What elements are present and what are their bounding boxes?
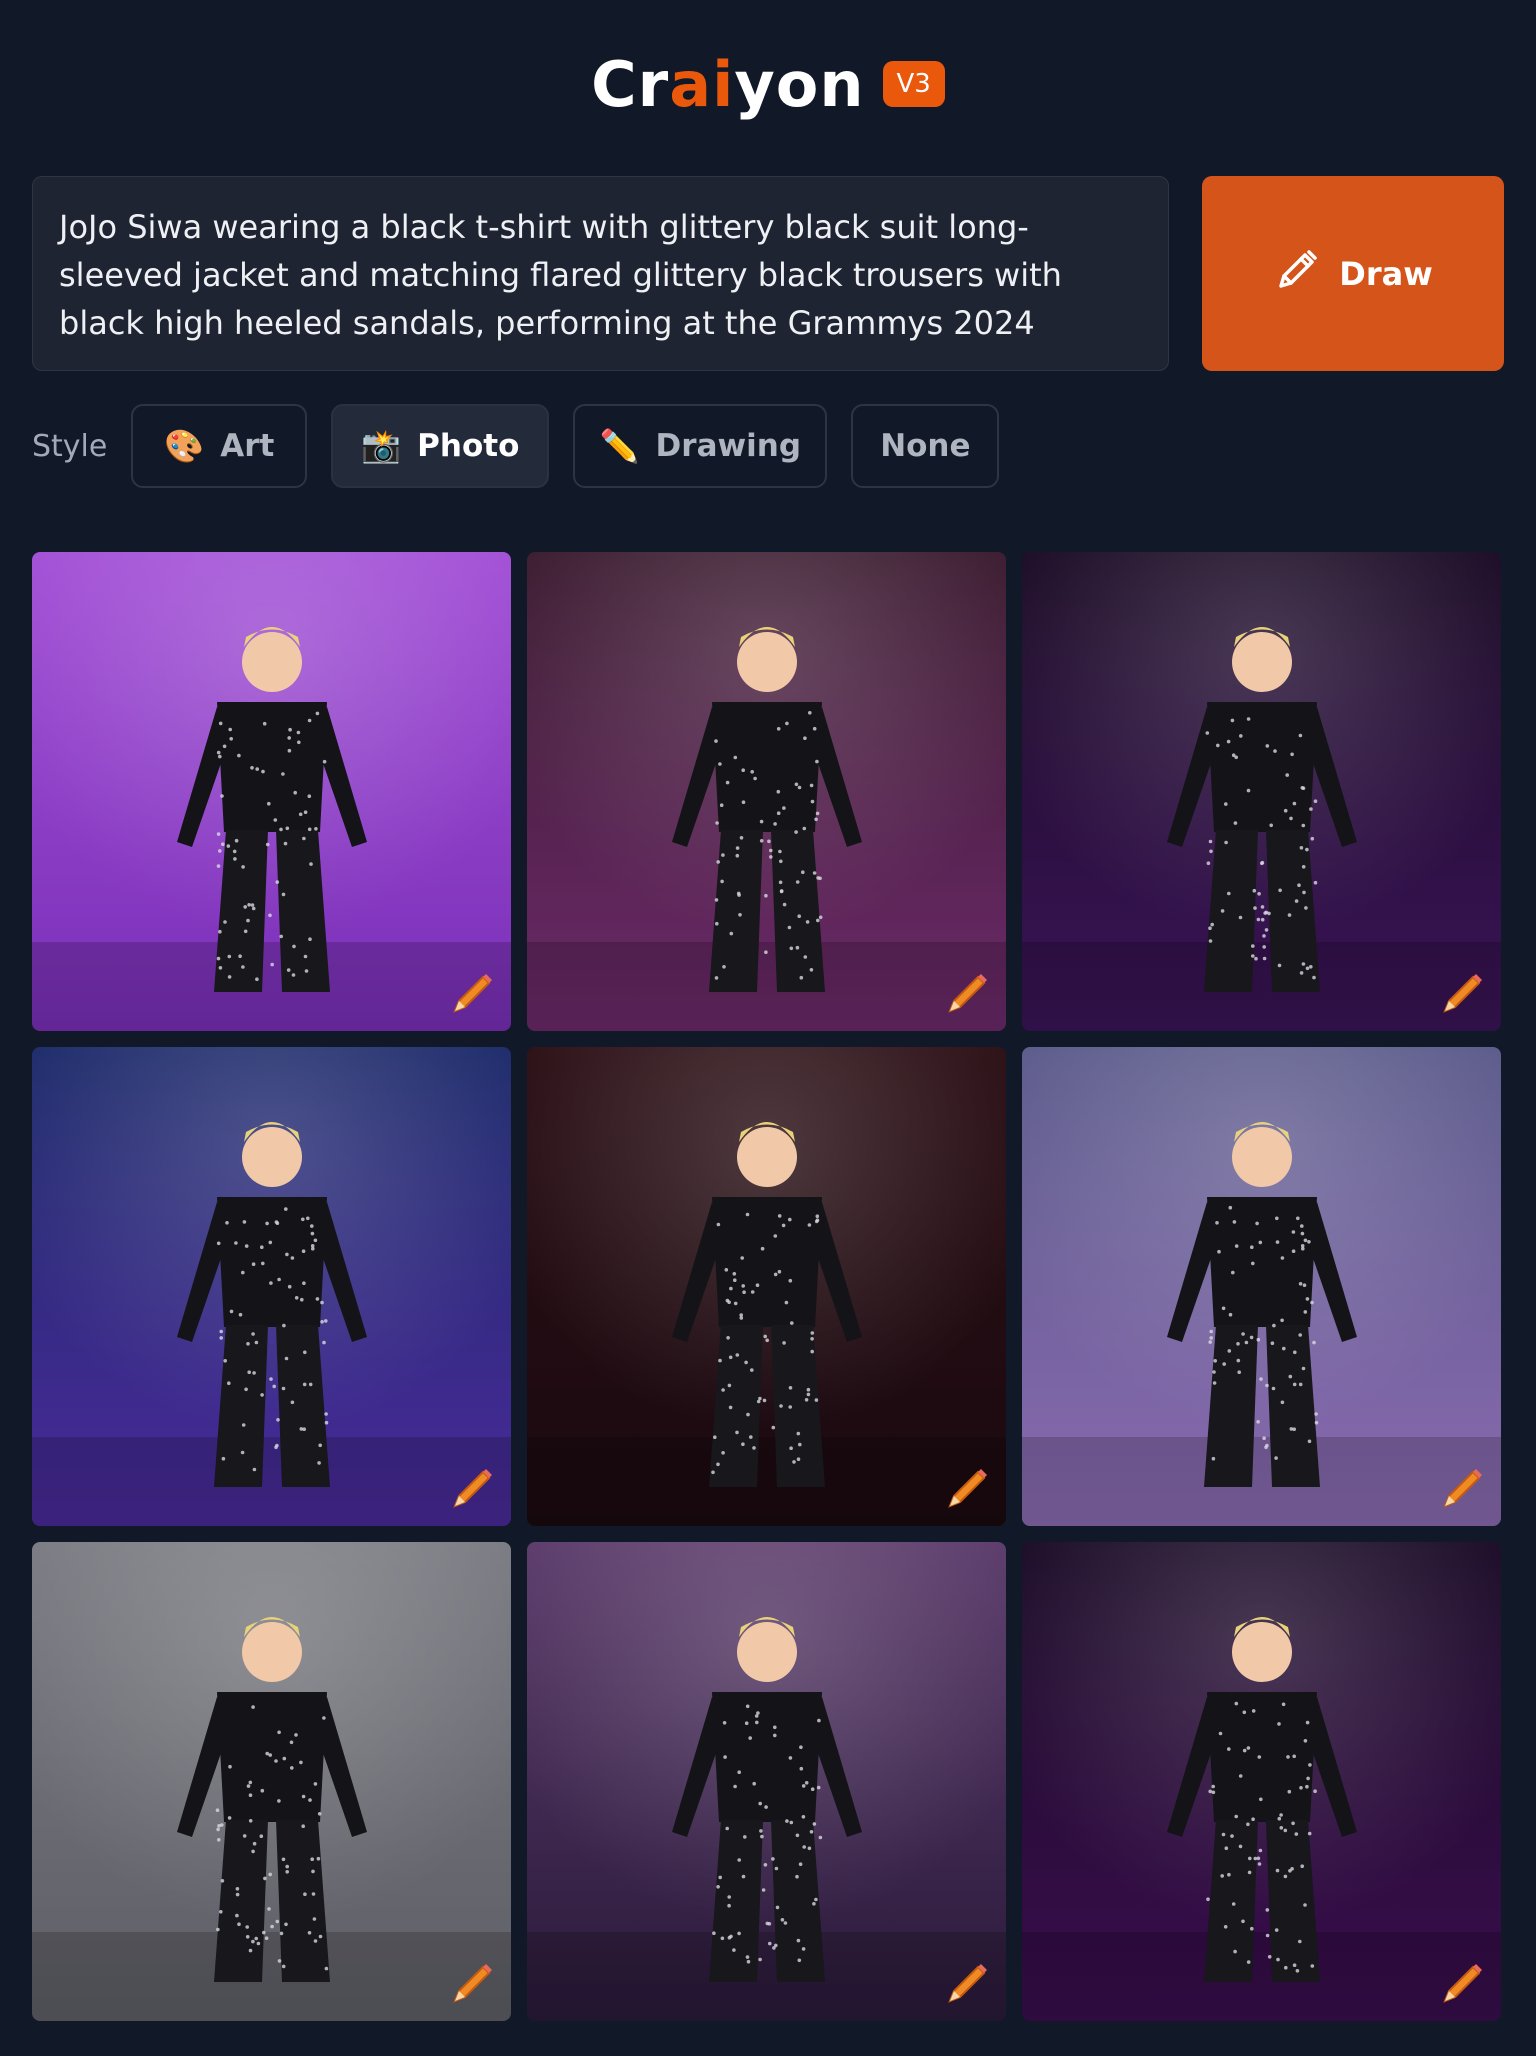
draw-button-label: Draw (1339, 254, 1433, 293)
pencil-edit-icon[interactable] (1439, 969, 1487, 1017)
pencil-edit-icon[interactable] (944, 969, 992, 1017)
pencil-edit-icon[interactable] (944, 1464, 992, 1512)
craiyon-logo[interactable]: Craiyon (591, 48, 864, 121)
result-image-5[interactable] (527, 1047, 1006, 1526)
pencil-edit-icon[interactable] (1439, 1464, 1487, 1512)
generated-image (1022, 1542, 1501, 2021)
style-option-none[interactable]: None (851, 404, 1000, 488)
style-label: Style (32, 428, 108, 464)
palette-icon: 🎨 (164, 427, 205, 465)
generated-image (32, 1047, 511, 1526)
style-option-art[interactable]: 🎨 Art (131, 404, 308, 488)
style-option-drawing[interactable]: ✏️ Drawing (573, 404, 828, 488)
pencil-icon (1273, 246, 1321, 302)
result-image-3[interactable] (1022, 552, 1501, 1031)
pencil-emoji-icon: ✏️ (599, 427, 640, 465)
result-image-8[interactable] (527, 1542, 1006, 2021)
draw-button[interactable]: Draw (1202, 176, 1504, 371)
pencil-edit-icon[interactable] (449, 1464, 497, 1512)
pencil-edit-icon[interactable] (449, 969, 497, 1017)
style-selector: Style 🎨 Art 📸 Photo ✏️ Drawing None (32, 404, 1023, 488)
prompt-input[interactable]: JoJo Siwa wearing a black t-shirt with g… (32, 176, 1169, 371)
pencil-edit-icon[interactable] (1439, 1959, 1487, 2007)
results-grid (32, 552, 1504, 2021)
result-image-4[interactable] (32, 1047, 511, 1526)
generated-image (32, 1542, 511, 2021)
camera-flash-icon: 📸 (361, 427, 402, 465)
pencil-edit-icon[interactable] (944, 1959, 992, 2007)
generated-image (32, 552, 511, 1031)
generated-image (527, 552, 1006, 1031)
result-image-7[interactable] (32, 1542, 511, 2021)
result-image-1[interactable] (32, 552, 511, 1031)
generated-image (527, 1047, 1006, 1526)
version-badge: V3 (882, 61, 945, 107)
generated-image (527, 1542, 1006, 2021)
pencil-edit-icon[interactable] (449, 1959, 497, 2007)
style-option-photo[interactable]: 📸 Photo (331, 404, 550, 488)
generated-image (1022, 1047, 1501, 1526)
result-image-6[interactable] (1022, 1047, 1501, 1526)
result-image-9[interactable] (1022, 1542, 1501, 2021)
generated-image (1022, 552, 1501, 1031)
app-header: Craiyon V3 (0, 44, 1536, 124)
result-image-2[interactable] (527, 552, 1006, 1031)
